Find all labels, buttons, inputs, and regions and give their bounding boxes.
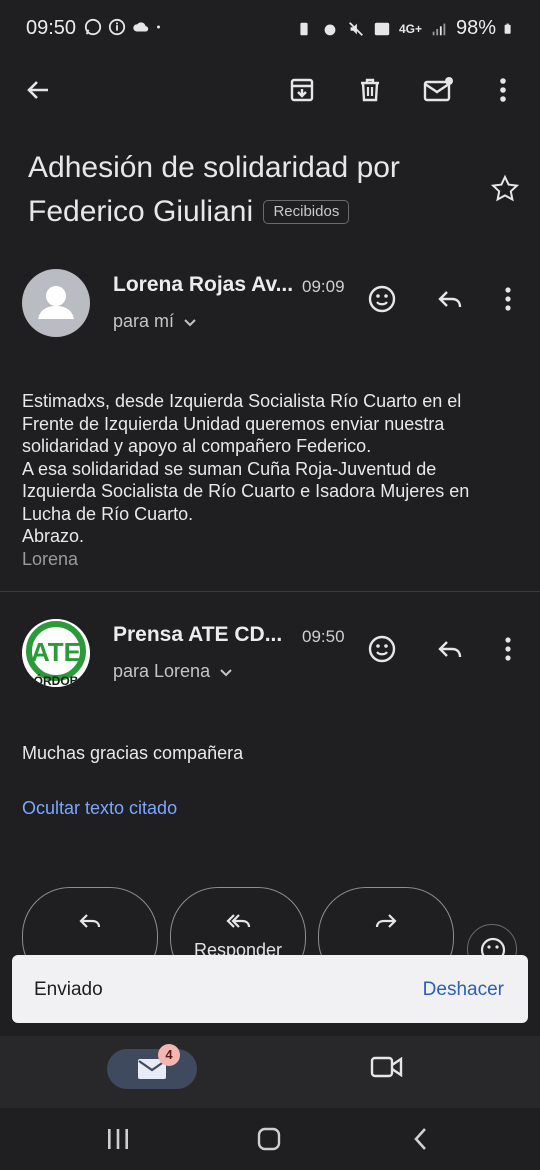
recipient-toggle[interactable]: para mí: [113, 311, 198, 332]
home-icon: [257, 1127, 281, 1151]
mail-unread-icon: [423, 77, 453, 102]
undo-button[interactable]: Deshacer: [423, 979, 504, 1001]
video-camera-icon: [370, 1056, 403, 1078]
label-chip[interactable]: Recibidos: [263, 200, 350, 224]
body-line: A esa solidaridad se suman Cuña Roja-Juv…: [22, 458, 437, 479]
emoji-icon: [368, 285, 396, 313]
emoji-icon: [368, 635, 396, 663]
mark-unread-button[interactable]: [420, 72, 456, 108]
chevron-down-icon: [220, 668, 232, 676]
recipient-label: para mí: [113, 311, 175, 331]
person-icon: [38, 286, 74, 319]
more-vert-icon: [505, 287, 511, 311]
mail-badge: 4: [158, 1044, 180, 1066]
system-nav-bar: [0, 1108, 540, 1170]
trash-icon: [361, 78, 379, 102]
reply-icon: [79, 914, 101, 928]
sender-name: Lorena Rojas Av...: [113, 273, 294, 296]
reply-icon: [438, 641, 462, 658]
signature: Lorena: [22, 548, 79, 569]
system-back-button[interactable]: [404, 1122, 438, 1156]
star-icon[interactable]: [490, 174, 520, 204]
battery-icon: [504, 23, 511, 34]
arrow-left-icon: [27, 81, 48, 99]
dot-icon: [157, 25, 160, 29]
more-vert-icon: [500, 78, 506, 102]
volte-icon: [374, 22, 390, 35]
ate-logo-avatar: ATE CÓRDOBA: [22, 619, 90, 687]
recents-icon: [108, 1129, 128, 1149]
reply-button[interactable]: [433, 282, 467, 316]
react-button[interactable]: [365, 632, 399, 666]
ate-logo-icon: ATE CÓRDOBA: [22, 619, 90, 687]
network-type: 4G+: [398, 21, 422, 36]
body-line: solidaridad y apoyo al compañero Federic…: [22, 436, 372, 456]
body-line: Izquierda Socialista de Río Cuarto e Isa…: [22, 481, 470, 501]
gmail-screen: 09:50 4G+ 98% Adhesión de solidaridad po…: [0, 0, 540, 1170]
chevron-left-icon: [414, 1128, 426, 1150]
top-toolbar: [0, 62, 540, 118]
archive-icon: [290, 78, 314, 102]
avatar: [22, 269, 90, 337]
bottom-nav: 4: [0, 1036, 540, 1108]
status-bar: 09:50 4G+ 98%: [0, 0, 540, 58]
recipient-label: para Lorena: [113, 661, 211, 681]
reply-icon: [438, 291, 462, 308]
signal-icon: [432, 23, 446, 35]
message-divider: [0, 591, 540, 592]
reply-all-icon: [226, 914, 251, 928]
more-options-button[interactable]: [485, 72, 521, 108]
react-button[interactable]: [365, 282, 399, 316]
battery-saver-icon: [300, 22, 308, 35]
forward-icon: [375, 914, 397, 928]
hide-quoted-text-link[interactable]: Ocultar texto citado: [22, 798, 177, 819]
body-line: Abrazo.: [22, 526, 85, 546]
nav-meet-tab[interactable]: [370, 1054, 404, 1085]
chevron-down-icon: [184, 318, 196, 326]
message-more-button[interactable]: [491, 632, 525, 666]
snackbar-message: Enviado: [34, 979, 103, 1000]
message-header-2[interactable]: ATE CÓRDOBA Prensa ATE CD... 09:50 para …: [0, 615, 540, 695]
email-subject: Adhesión de solidaridad por Federico Giu…: [28, 146, 468, 234]
ate-logo-text: ATE: [31, 637, 81, 667]
info-icon: [108, 18, 126, 36]
sender-name: Prensa ATE CD...: [113, 623, 283, 646]
status-time: 09:50: [26, 17, 77, 39]
ate-logo-subtext: CÓRDOBA: [25, 673, 87, 687]
body-line: Estimadxs, desde Izquierda Socialista Rí…: [22, 391, 462, 411]
alarm-icon: [324, 24, 336, 35]
message-body-1: Estimadxs, desde Izquierda Socialista Rí…: [22, 390, 518, 570]
message-body-2: Muchas gracias compañera: [22, 743, 244, 763]
whatsapp-icon: [84, 18, 102, 36]
archive-button[interactable]: [284, 72, 320, 108]
back-button[interactable]: [20, 72, 56, 108]
cloud-icon: [133, 22, 149, 32]
message-time: 09:50: [302, 627, 345, 646]
body-line: Frente de Izquierda Unidad queremos envi…: [22, 413, 445, 434]
delete-button[interactable]: [352, 72, 388, 108]
nav-mail-tab[interactable]: [107, 1049, 197, 1089]
recipient-toggle[interactable]: para Lorena: [113, 661, 234, 682]
snackbar: Enviado Deshacer: [12, 955, 528, 1023]
body-line: Lucha de Río Cuarto.: [22, 503, 194, 524]
mute-icon: [349, 21, 363, 36]
message-header-1[interactable]: Lorena Rojas Av... 09:09 para mí: [0, 265, 540, 345]
reply-button[interactable]: [433, 632, 467, 666]
home-button[interactable]: [252, 1122, 286, 1156]
recents-button[interactable]: [101, 1122, 135, 1156]
message-time: 09:09: [302, 277, 345, 296]
message-more-button[interactable]: [491, 282, 525, 316]
battery-percent: 98%: [455, 17, 496, 39]
more-vert-icon: [505, 637, 511, 661]
